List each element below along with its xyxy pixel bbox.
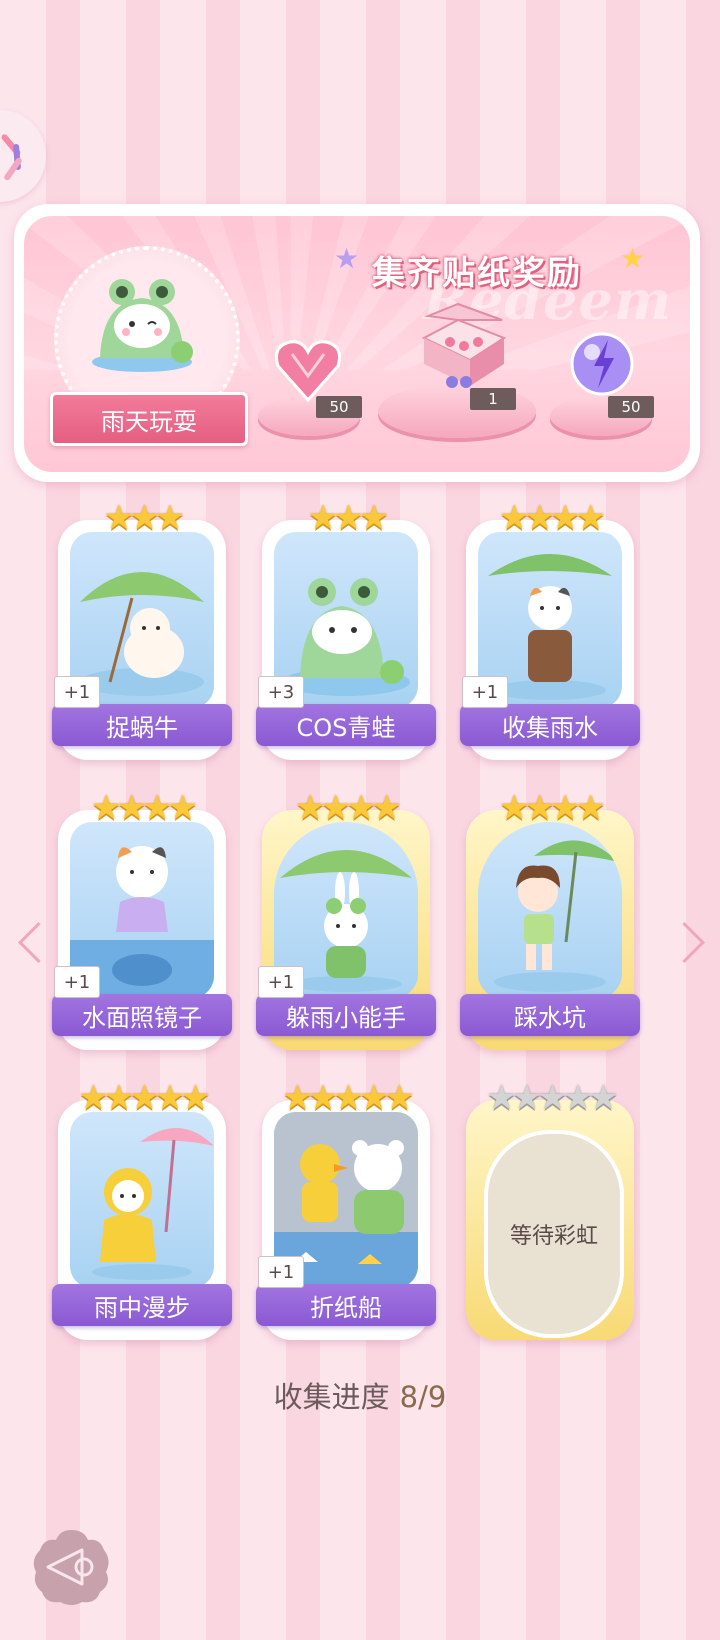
star-icon: ★ xyxy=(620,242,646,275)
sticker-card[interactable]: ★★★★★ 折纸船 +1 xyxy=(256,1078,436,1340)
frog-costume-cat-icon xyxy=(92,279,193,372)
banner-background: Redeem ★ ★ 集齐贴纸奖励 雨天玩耍 50 1 50 xyxy=(24,216,690,472)
reward-count: 50 xyxy=(608,396,654,418)
sticker-card[interactable]: ★★★★ 躲雨小能手 +1 xyxy=(256,788,436,1050)
banner-title: 集齐贴纸奖励 xyxy=(372,253,582,292)
duplicate-count-badge: +1 xyxy=(258,966,304,998)
duplicate-count-badge: +1 xyxy=(54,966,100,998)
star-icon: ★ xyxy=(334,242,360,275)
star-rating: ★★★★ xyxy=(499,788,606,828)
sticker-card[interactable]: ★★★ 捉蜗牛 +1 xyxy=(52,498,232,760)
sticker-card[interactable]: ★★★★ 收集雨水 +1 xyxy=(460,498,640,760)
previous-page-arrow-icon[interactable] xyxy=(17,921,60,964)
card-title: 水面照镜子 xyxy=(52,994,232,1036)
star-rating: ★★★★ xyxy=(499,498,606,538)
cat-yellow-raincoat-icon xyxy=(92,1127,214,1280)
card-title: 捉蜗牛 xyxy=(52,704,232,746)
duplicate-count-badge: +1 xyxy=(462,676,508,708)
star-rating: ★★★★ xyxy=(295,788,402,828)
theme-name-ribbon: 雨天玩耍 xyxy=(50,392,248,446)
card-title: 踩水坑 xyxy=(460,994,640,1036)
girl-frog-umbrella-icon xyxy=(494,840,618,992)
pink-heart-gem-icon[interactable] xyxy=(272,336,344,404)
card-title: 折纸船 xyxy=(256,1284,436,1326)
card-title: 躲雨小能手 xyxy=(256,994,436,1036)
star-rating: ★★★★★ xyxy=(78,1078,210,1118)
card-title: 雨中漫步 xyxy=(52,1284,232,1326)
reward-banner: Redeem ★ ★ 集齐贴纸奖励 雨天玩耍 50 1 50 xyxy=(14,204,700,482)
star-rating: ★★★ xyxy=(307,498,389,538)
star-rating: ★★★★★ xyxy=(282,1078,414,1118)
card-title: COS青蛙 xyxy=(256,704,436,746)
duplicate-count-badge: +3 xyxy=(258,676,304,708)
star-rating: ★★★★ xyxy=(91,788,198,828)
next-page-arrow-icon[interactable] xyxy=(663,921,706,964)
card-illustration xyxy=(478,822,622,998)
duplicate-count-badge: +1 xyxy=(54,676,100,708)
star-rating: ★★★★★ xyxy=(486,1078,618,1118)
sticker-card[interactable]: ★★★ COS青蛙 +3 xyxy=(256,498,436,760)
progress-value: 8/9 xyxy=(399,1380,447,1414)
collection-progress: 收集进度 8/9 xyxy=(0,1374,720,1416)
progress-label: 收集进度 xyxy=(273,1380,390,1414)
sticker-card[interactable]: ★★★★ 水面照镜子 +1 xyxy=(52,788,232,1050)
sticker-card[interactable]: ★★★★★ 雨中漫步 xyxy=(52,1078,232,1340)
card-title: 收集雨水 xyxy=(460,704,640,746)
duplicate-count-badge: +1 xyxy=(258,1256,304,1288)
purple-lightning-orb-icon[interactable] xyxy=(568,328,636,400)
card-illustration xyxy=(70,1112,214,1288)
gift-box-icon[interactable] xyxy=(414,302,508,394)
menu-corner-button[interactable] xyxy=(0,110,46,202)
back-button[interactable] xyxy=(32,1528,110,1606)
locked-card-title: 等待彩虹 xyxy=(484,1130,624,1338)
star-rating: ★★★ xyxy=(103,498,185,538)
locked-sticker-card[interactable]: 等待彩虹 ★★★★★ xyxy=(466,1078,634,1340)
reward-count: 1 xyxy=(470,388,516,410)
sticker-card[interactable]: ★★★★ 踩水坑 xyxy=(460,788,640,1050)
reward-count: 50 xyxy=(316,396,362,418)
